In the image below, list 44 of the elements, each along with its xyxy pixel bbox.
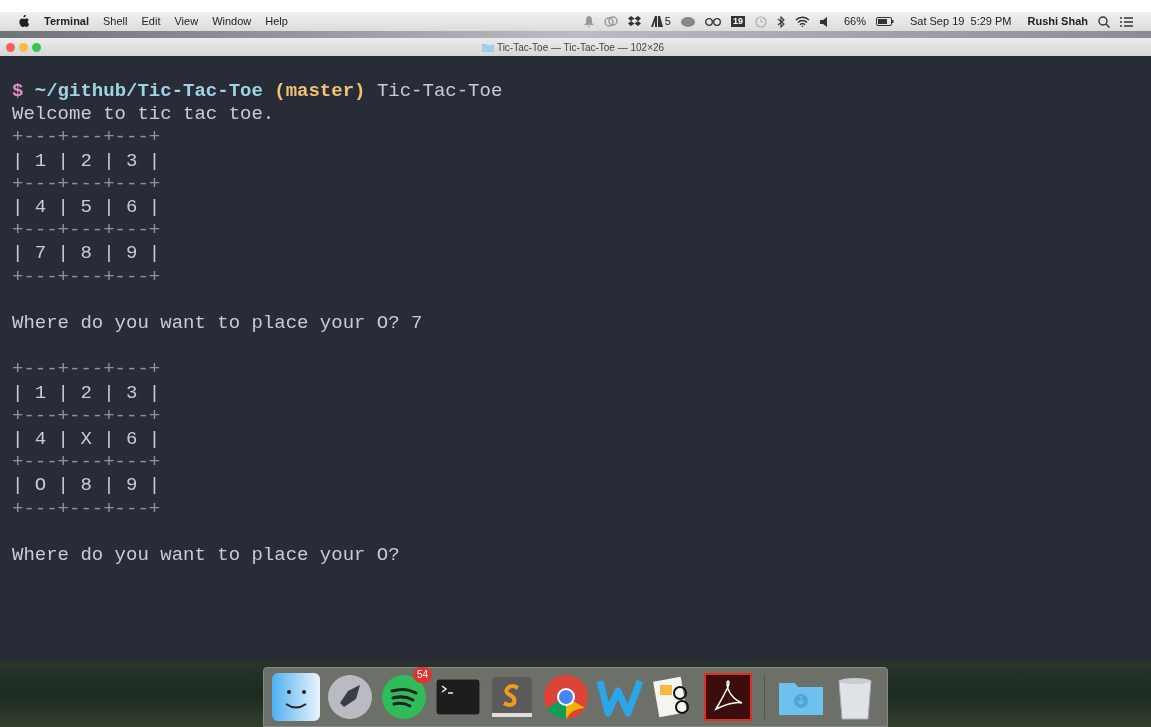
- board-border-line: +---+---+---+: [12, 358, 161, 382]
- board-border-line: +---+---+---+: [12, 126, 161, 150]
- terminal-output-line: Where do you want to place your O? 7: [12, 312, 423, 336]
- board-border-line: +---+---+---+: [12, 172, 161, 196]
- board-border-line: +---+---+---+: [12, 265, 161, 289]
- wifi-icon[interactable]: [794, 16, 810, 27]
- document-reader-icon[interactable]: [704, 673, 752, 721]
- search-icon[interactable]: [1098, 15, 1110, 28]
- terminal-output-line: Where do you want to place your O?: [12, 544, 400, 568]
- terminal-output-line: | 1 | 2 | 3 |: [12, 381, 161, 405]
- bluetooth-icon[interactable]: [776, 15, 785, 28]
- apple-logo-icon[interactable]: [18, 15, 30, 28]
- list-icon[interactable]: [1120, 16, 1133, 27]
- terminal-output-line: | 1 | 2 | 3 |: [12, 149, 161, 173]
- app-menu[interactable]: Terminal: [44, 13, 90, 30]
- date-time[interactable]: Sat Sep 19 5:29 PM: [909, 13, 1012, 30]
- speaker-icon[interactable]: [819, 16, 828, 27]
- board-border-line: +---+---+---+: [12, 219, 161, 243]
- board-border-line: +---+---+---+: [12, 497, 161, 521]
- terminal-output-line: | 7 | 8 | 9 |: [12, 242, 161, 266]
- folder-icon: [481, 42, 494, 52]
- notification-count: 5: [664, 14, 671, 30]
- browser-icon[interactable]: [542, 673, 590, 721]
- window-title: Tic-Tac-Toe — Tic-Tac-Toe — 102×26: [496, 40, 665, 55]
- terminal-output-line: | 4 | X | 6 |: [12, 428, 161, 452]
- smiling-face-icon[interactable]: [272, 673, 320, 721]
- menu-item[interactable]: Help: [265, 13, 288, 30]
- terminal-output-line: | O | 8 | 9 |: [12, 474, 161, 498]
- terminal-output-line: Welcome to tic tac toe.: [12, 103, 275, 127]
- menu-item[interactable]: View: [174, 13, 199, 30]
- board-border-line: +---+---+---+: [12, 404, 161, 428]
- user-name[interactable]: Rushi Shah: [1027, 13, 1088, 30]
- battery-icon[interactable]: [875, 17, 894, 26]
- glasses-icon[interactable]: [704, 17, 721, 26]
- terminal-output-line: | 4 | 5 | 6 |: [12, 196, 161, 220]
- calendar-day-badge[interactable]: 19: [730, 16, 745, 27]
- menu-item[interactable]: Shell: [103, 13, 128, 30]
- menu-item[interactable]: Window: [212, 13, 252, 30]
- box-icon[interactable]: [627, 16, 641, 27]
- board-border-line: +---+---+---+: [12, 451, 161, 475]
- menu-item[interactable]: Edit: [141, 13, 161, 30]
- command-prompt: $ ~/github/Tic-Tac-Toe (master) Tic-Tac-Toe: [12, 80, 503, 104]
- notification-badge: 54: [412, 667, 432, 683]
- battery-percentage: 66%: [843, 14, 866, 30]
